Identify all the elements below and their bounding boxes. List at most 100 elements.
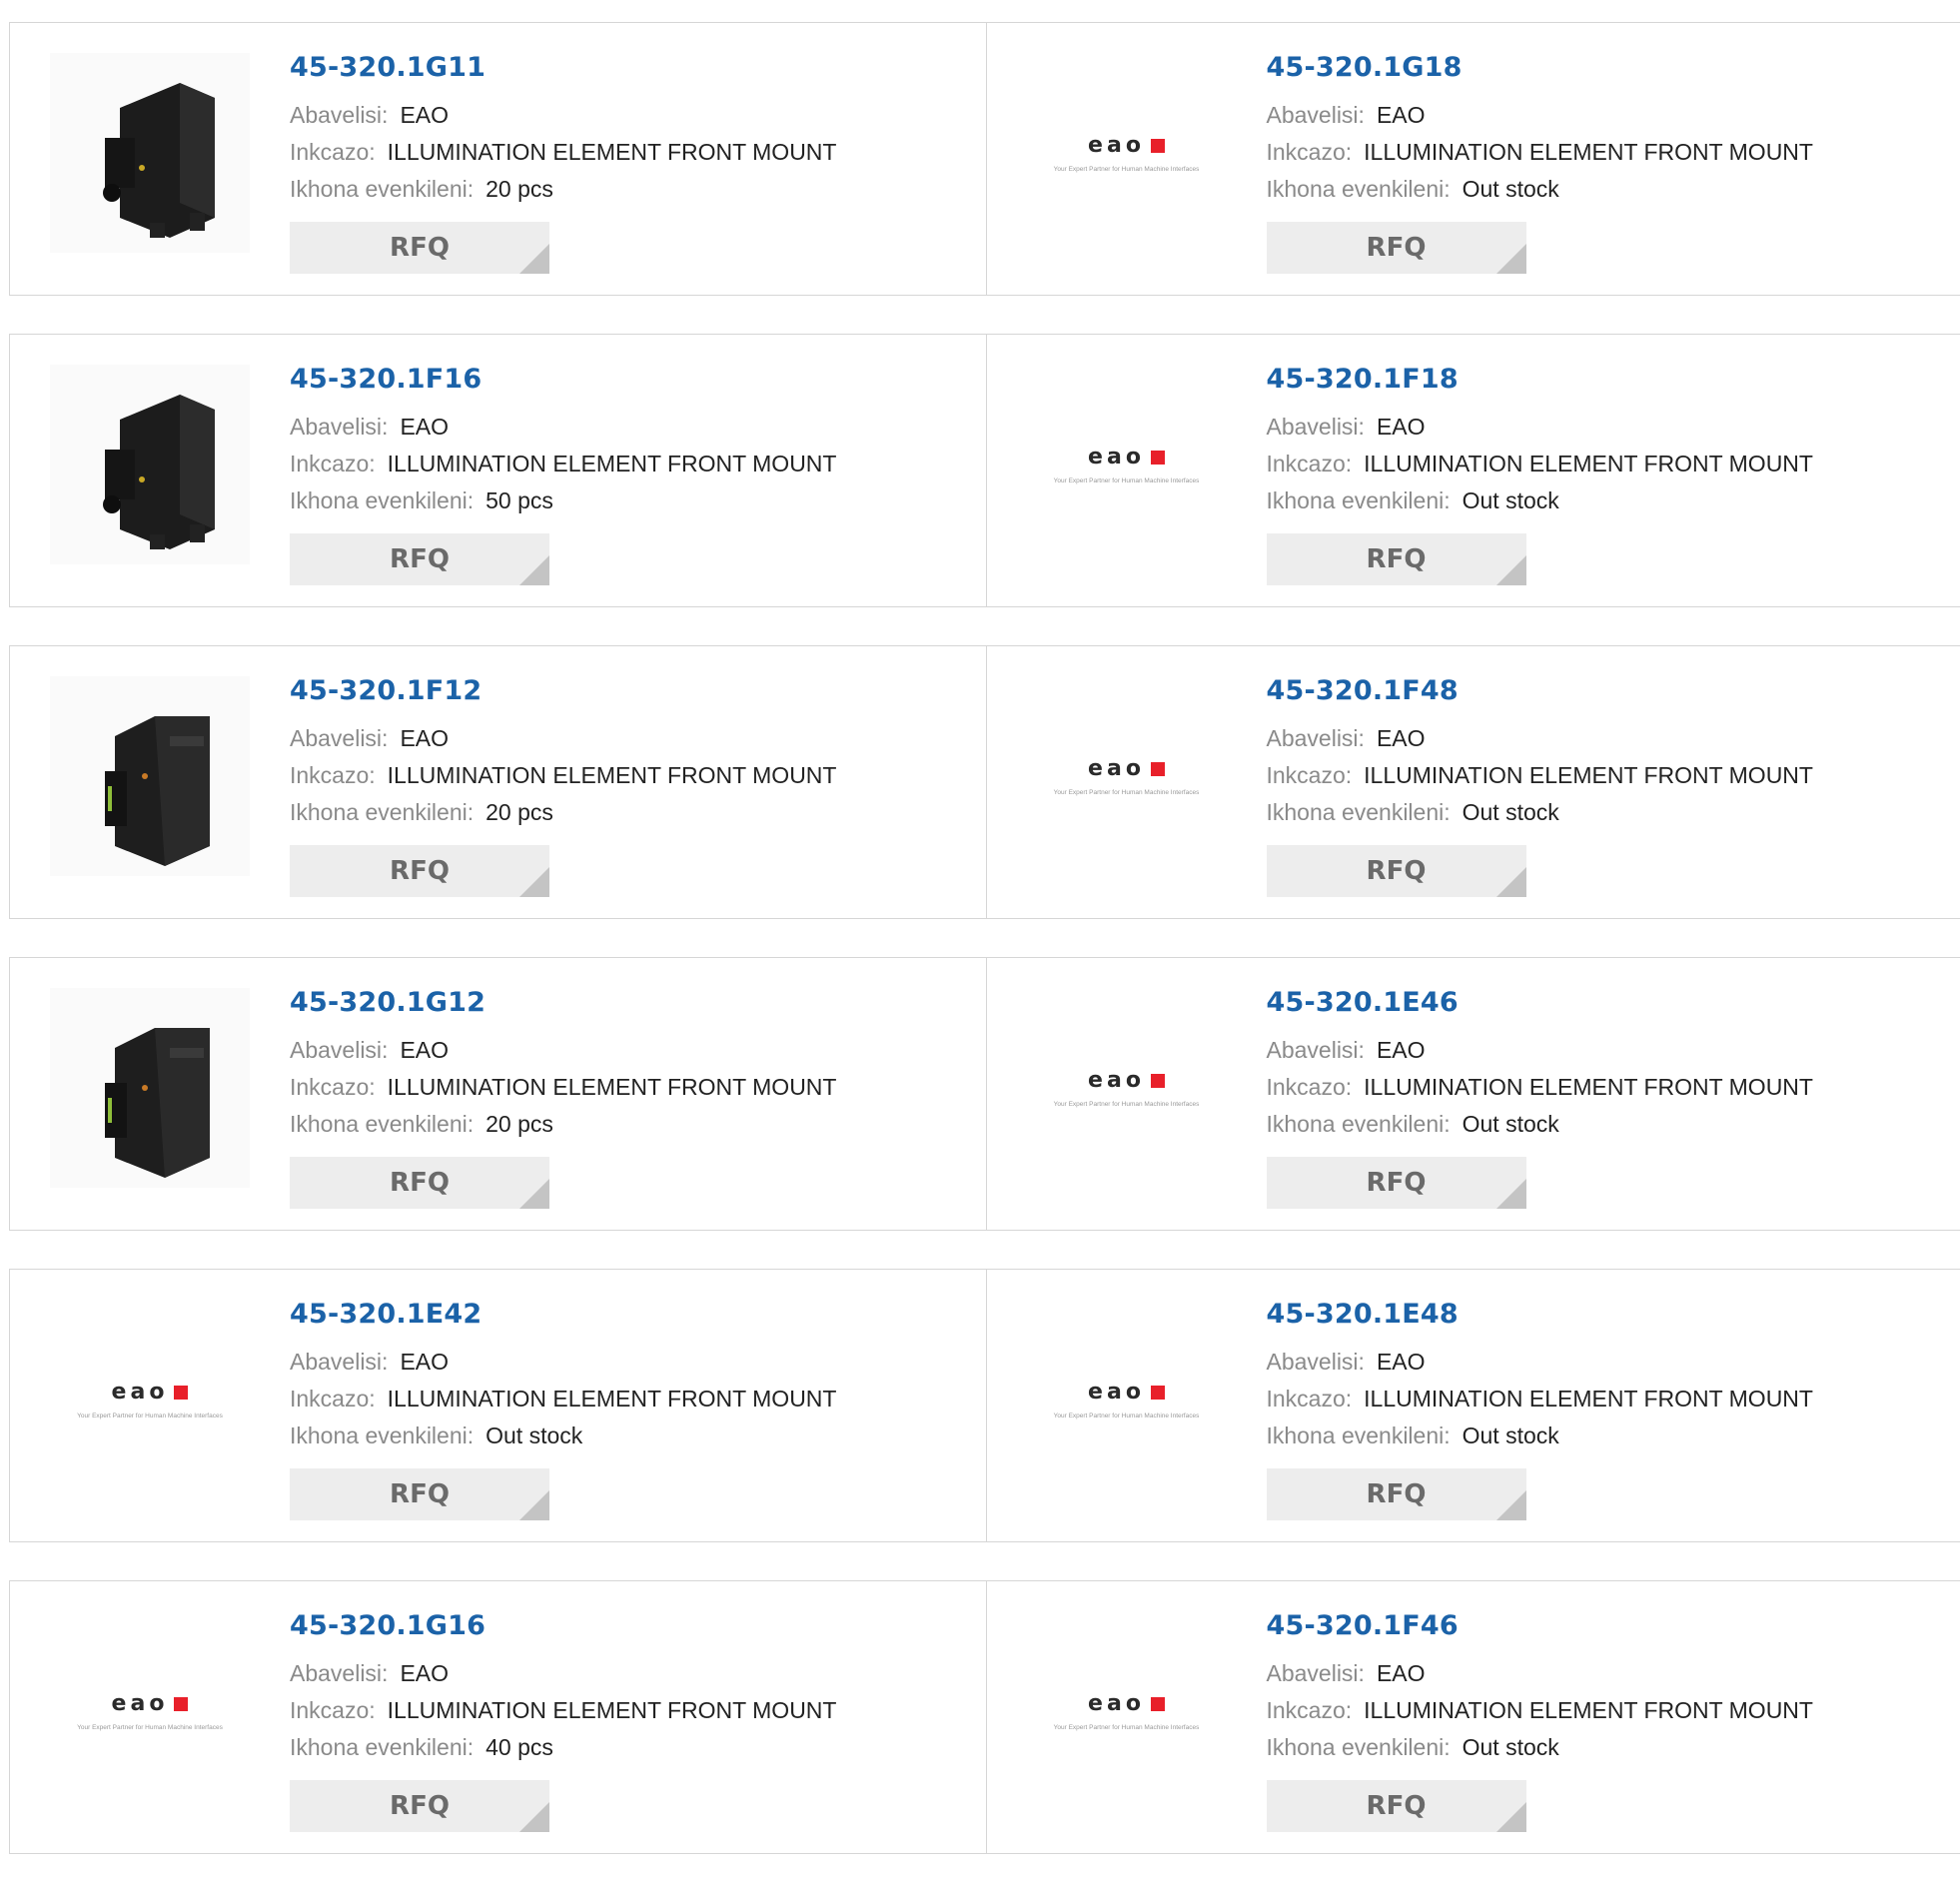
description-value: ILLUMINATION ELEMENT FRONT MOUNT	[1364, 139, 1813, 165]
corner-triangle-icon	[519, 244, 549, 274]
rfq-button[interactable]: RFQ	[290, 222, 549, 274]
part-number-link[interactable]: 45-320.1E48	[1267, 1298, 1813, 1332]
eao-wordmark: eao	[1088, 1691, 1165, 1716]
product-card: eaoYour Expert Partner for Human Machine…	[986, 335, 1960, 606]
stock-value: 20 pcs	[486, 176, 553, 202]
manufacturer-value: EAO	[400, 1660, 449, 1686]
stock-row: Ikhona evenkileni:40 pcs	[290, 1729, 836, 1766]
stock-label: Ikhona evenkileni:	[1267, 1734, 1451, 1760]
product-row: eao Your Expert Partner for Human Machine…	[9, 1580, 1960, 1854]
illumination-module-photo	[50, 365, 250, 564]
description-row: Inkcazo:ILLUMINATION ELEMENT FRONT MOUNT	[290, 1069, 836, 1106]
part-number-link[interactable]: 45-320.1E46	[1267, 986, 1813, 1020]
product-thumbnail[interactable]	[50, 365, 250, 564]
part-number-link[interactable]: 45-320.1F16	[290, 363, 836, 397]
part-number-link[interactable]: 45-320.1F46	[1267, 1609, 1813, 1643]
eao-wordmark: eao	[112, 1380, 189, 1405]
part-number-link[interactable]: 45-320.1G16	[290, 1609, 836, 1643]
rfq-button[interactable]: RFQ	[1267, 1468, 1526, 1520]
rfq-button[interactable]: RFQ	[1267, 533, 1526, 585]
eao-tagline: Your Expert Partner for Human Machine In…	[77, 1724, 223, 1731]
product-card: 45-320.1G12 Abavelisi:EAO Inkcazo:ILLUMI…	[10, 958, 986, 1230]
description-row: Inkcazo:ILLUMINATION ELEMENT FRONT MOUNT	[1267, 134, 1813, 171]
rfq-label: RFQ	[390, 544, 450, 574]
eao-logo: eao Your Expert Partner for Human Machine…	[77, 1380, 223, 1419]
description-label: Inkcazo:	[1267, 762, 1353, 788]
stock-value: 20 pcs	[486, 799, 553, 825]
eao-logo: eao Your Expert Partner for Human Machine…	[1054, 1691, 1200, 1731]
eao-wordmark: eao	[112, 1691, 189, 1716]
product-thumbnail[interactable]	[50, 988, 250, 1188]
manufacturer-label: Abavelisi:	[1267, 414, 1365, 440]
product-thumbnail[interactable]: eaoYour Expert Partner for Human Machine…	[1027, 53, 1227, 253]
corner-triangle-icon	[519, 867, 549, 897]
corner-triangle-icon	[1496, 1179, 1526, 1209]
rfq-button[interactable]: RFQ	[290, 1780, 549, 1832]
manufacturer-label: Abavelisi:	[1267, 1037, 1365, 1063]
eao-logo: eaoYour Expert Partner for Human Machine…	[1054, 756, 1200, 796]
description-row: Inkcazo:ILLUMINATION ELEMENT FRONT MOUNT	[290, 757, 836, 794]
part-number-link[interactable]: 45-320.1F18	[1267, 363, 1813, 397]
manufacturer-label: Abavelisi:	[290, 725, 388, 751]
product-thumbnail[interactable]	[50, 53, 250, 253]
rfq-button[interactable]: RFQ	[1267, 1157, 1526, 1209]
eao-wordmark: eao	[1088, 1380, 1165, 1405]
rfq-button[interactable]: RFQ	[290, 845, 549, 897]
corner-triangle-icon	[1496, 244, 1526, 274]
part-number-link[interactable]: 45-320.1G12	[290, 986, 836, 1020]
product-thumbnail[interactable]	[50, 676, 250, 876]
manufacturer-value: EAO	[1377, 1349, 1426, 1375]
stock-row: Ikhona evenkileni: Out stock	[1267, 1106, 1813, 1143]
rfq-button[interactable]: RFQ	[1267, 222, 1526, 274]
eao-tagline: Your Expert Partner for Human Machine In…	[1054, 477, 1200, 484]
rfq-button[interactable]: RFQ	[1267, 845, 1526, 897]
product-thumbnail[interactable]: eaoYour Expert Partner for Human Machine…	[1027, 676, 1227, 876]
stock-value: Out stock	[1463, 1111, 1559, 1137]
manufacturer-row: Abavelisi:EAO	[1267, 1655, 1813, 1692]
part-number-link[interactable]: 45-320.1G18	[1267, 51, 1813, 85]
rfq-button[interactable]: RFQ	[290, 533, 549, 585]
stock-label: Ikhona evenkileni:	[1267, 1111, 1451, 1137]
manufacturer-row: Abavelisi:EAO	[290, 720, 836, 757]
stock-value: 40 pcs	[486, 1734, 553, 1760]
part-number-link[interactable]: 45-320.1F48	[1267, 674, 1813, 708]
manufacturer-label: Abavelisi:	[290, 1037, 388, 1063]
eao-tagline: Your Expert Partner for Human Machine In…	[1054, 1724, 1200, 1731]
description-value: ILLUMINATION ELEMENT FRONT MOUNT	[388, 1386, 837, 1412]
manufacturer-value: EAO	[1377, 725, 1426, 751]
product-thumbnail[interactable]: eao Your Expert Partner for Human Machine…	[50, 1300, 250, 1499]
product-info: 45-320.1F18 Abavelisi:EAO Inkcazo:ILLUMI…	[1267, 363, 1813, 585]
stock-value: Out stock	[1463, 487, 1559, 513]
product-thumbnail[interactable]: eaoYour Expert Partner for Human Machine…	[1027, 365, 1227, 564]
product-info: 45-320.1G16 Abavelisi:EAO Inkcazo:ILLUMI…	[290, 1609, 836, 1832]
eao-red-square-icon	[174, 1697, 188, 1711]
description-label: Inkcazo:	[1267, 451, 1353, 476]
illumination-module-photo	[50, 676, 250, 876]
product-card: 45-320.1F12 Abavelisi:EAO Inkcazo:ILLUMI…	[10, 646, 986, 918]
product-card: eao Your Expert Partner for Human Machine…	[10, 1270, 986, 1541]
corner-triangle-icon	[519, 555, 549, 585]
description-label: Inkcazo:	[290, 1074, 376, 1100]
eao-tagline: Your Expert Partner for Human Machine In…	[77, 1413, 223, 1419]
product-thumbnail[interactable]: eaoYour Expert Partner for Human Machine…	[1027, 1300, 1227, 1499]
part-number-link[interactable]: 45-320.1E42	[290, 1298, 836, 1332]
rfq-button[interactable]: RFQ	[1267, 1780, 1526, 1832]
manufacturer-label: Abavelisi:	[1267, 102, 1365, 128]
eao-wordmark: eao	[1088, 1068, 1165, 1093]
rfq-button[interactable]: RFQ	[290, 1468, 549, 1520]
product-thumbnail[interactable]: eao Your Expert Partner for Human Machine…	[50, 1611, 250, 1811]
product-thumbnail[interactable]: eao Your Expert Partner for Human Machine…	[1027, 1611, 1227, 1811]
stock-label: Ikhona evenkileni:	[290, 1422, 474, 1448]
part-number-link[interactable]: 45-320.1F12	[290, 674, 836, 708]
product-info: 45-320.1G12 Abavelisi:EAO Inkcazo:ILLUMI…	[290, 986, 836, 1209]
part-number-link[interactable]: 45-320.1G11	[290, 51, 836, 85]
manufacturer-row: Abavelisi:EAO	[1267, 1344, 1813, 1381]
eao-wordmark: eao	[1088, 756, 1165, 781]
product-card: eaoYour Expert Partner for Human Machine…	[986, 23, 1960, 295]
product-thumbnail[interactable]: eao Your Expert Partner for Human Machine…	[1027, 988, 1227, 1188]
stock-value: 50 pcs	[486, 487, 553, 513]
eao-tagline: Your Expert Partner for Human Machine In…	[1054, 1101, 1200, 1108]
description-row: Inkcazo:ILLUMINATION ELEMENT FRONT MOUNT	[290, 1692, 836, 1729]
stock-row: Ikhona evenkileni:50 pcs	[290, 482, 836, 519]
rfq-button[interactable]: RFQ	[290, 1157, 549, 1209]
